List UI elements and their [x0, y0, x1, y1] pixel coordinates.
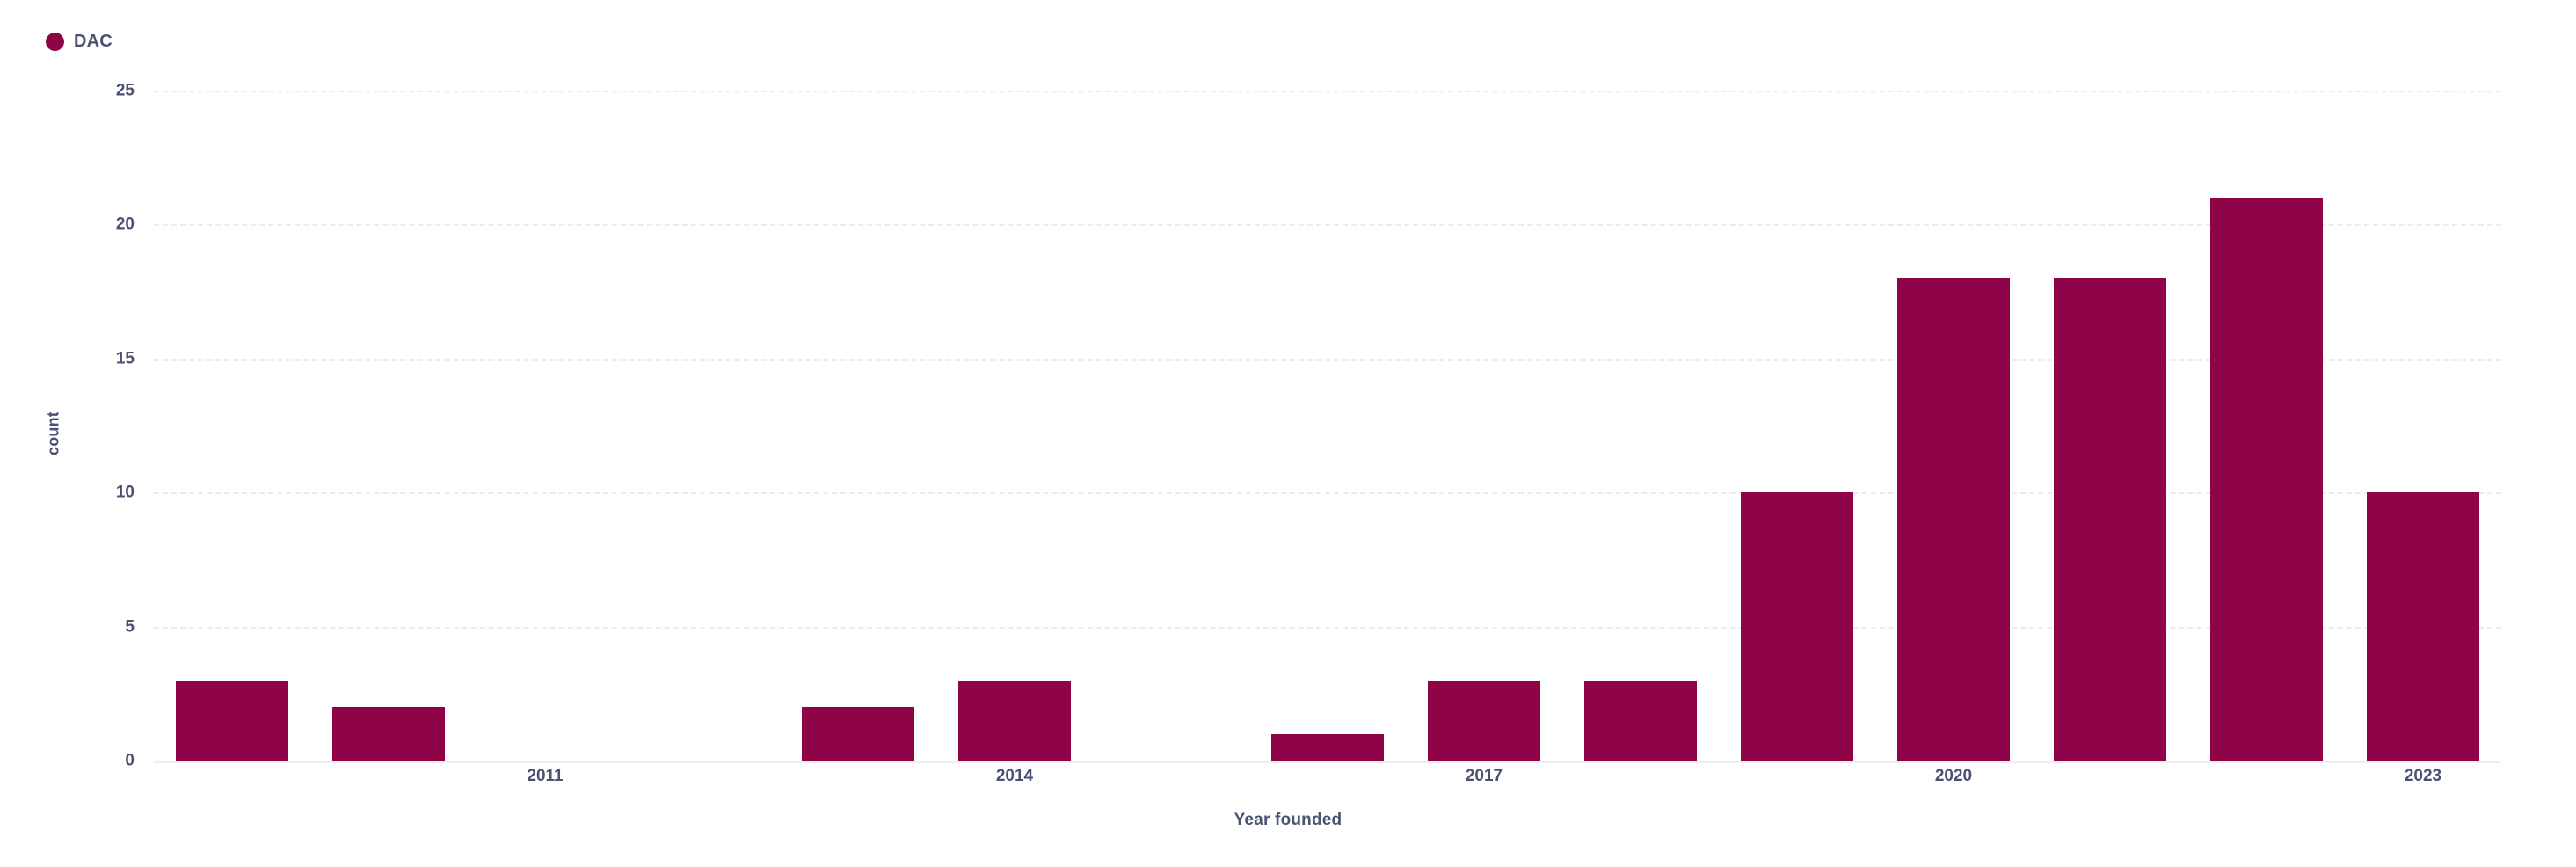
bar[interactable]	[1740, 492, 1854, 761]
bar[interactable]	[1270, 733, 1385, 761]
gridline	[154, 761, 2501, 763]
bar[interactable]	[2053, 278, 2167, 761]
y-axis-tick-label: 25	[115, 81, 135, 100]
y-axis-ticks: 0 5 10 15 20 25	[0, 0, 154, 867]
y-axis-tick-label: 20	[115, 215, 135, 234]
x-axis-tick-label: 2020	[1934, 767, 1973, 785]
bars	[154, 91, 2501, 761]
bar[interactable]	[1427, 680, 1541, 761]
bar[interactable]	[2366, 492, 2480, 761]
y-axis-tick-label: 0	[125, 751, 135, 770]
bar-chart: DAC count 0 5 10 15 20 25 2011 2014 2017 2020 202…	[0, 0, 2576, 867]
plot-area	[154, 91, 2501, 763]
bar[interactable]	[957, 680, 1072, 761]
bar[interactable]	[1583, 680, 1698, 761]
x-axis-tick-label: 2023	[2404, 767, 2442, 785]
bar[interactable]	[1896, 278, 2011, 761]
x-axis-ticks: 2011 2014 2017 2020 2023	[154, 768, 2501, 803]
bar[interactable]	[175, 680, 289, 761]
x-axis-tick-label: 2011	[527, 767, 564, 785]
bar[interactable]	[2209, 197, 2324, 761]
y-axis-tick-label: 5	[125, 617, 135, 637]
x-axis-tick-label: 2014	[995, 767, 1034, 785]
y-axis-tick-label: 15	[115, 349, 135, 368]
bar[interactable]	[801, 707, 915, 761]
x-axis-tick-label: 2017	[1465, 767, 1503, 785]
bar[interactable]	[331, 707, 446, 761]
y-axis-tick-label: 10	[115, 483, 135, 502]
x-axis-title: Year founded	[1233, 811, 1343, 829]
